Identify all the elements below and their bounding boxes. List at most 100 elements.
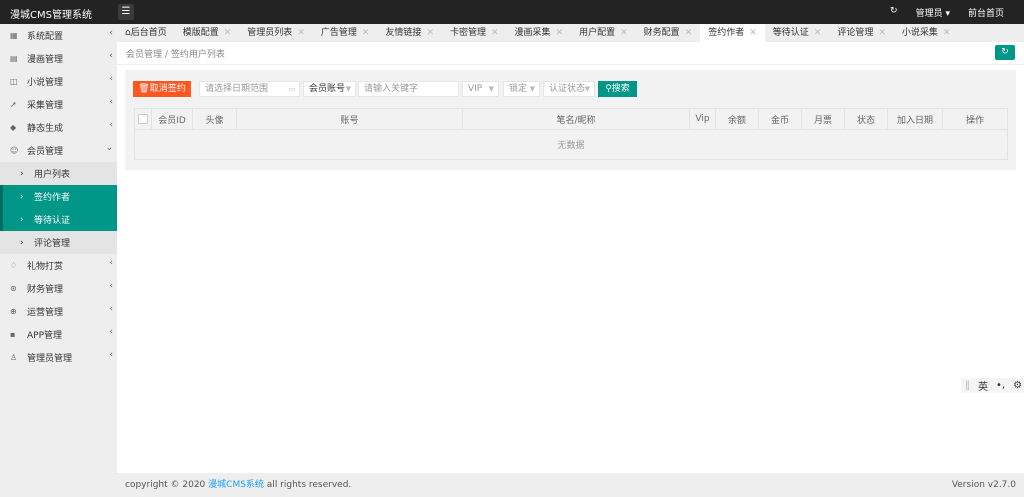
select-all-checkbox[interactable] (134, 108, 152, 130)
close-icon[interactable]: ✕ (749, 28, 757, 38)
sidebar-item-signed-authors[interactable]: › 签约作者 (0, 185, 117, 208)
vip-select[interactable]: VIP ▼ (462, 81, 499, 97)
tab-bar: ⌂后台首页 模版配置 ✕ 管理员列表 ✕ 广告管理 ✕ 友情链接 ✕ 卡密管理 ✕ 漫画采… (117, 24, 1024, 42)
tab-label: 友情链接 (385, 28, 422, 38)
tab-template[interactable]: 模版配置 ✕ (175, 24, 240, 42)
user-menu[interactable]: 管理员 ▾ (916, 6, 950, 19)
search-button[interactable]: ⚲搜索 (598, 81, 637, 97)
sidebar-item-finance[interactable]: ⊛ 财务管理 ‹ (0, 277, 117, 300)
tab-home[interactable]: ⌂后台首页 (117, 24, 175, 42)
rights: all rights reserved. (266, 480, 352, 490)
close-icon[interactable]: ✕ (556, 28, 564, 38)
sidebar-item-admins[interactable]: ♙ 管理员管理 ‹ (0, 346, 117, 369)
breadcrumb-sep: / (164, 50, 168, 60)
auth-select[interactable]: 认证状态 ▼ (543, 81, 595, 97)
tab-user-config[interactable]: 用户配置 ✕ (571, 24, 636, 42)
close-icon[interactable]: ✕ (814, 28, 822, 38)
tab-comments[interactable]: 评论管理 ✕ (829, 24, 894, 42)
chevron-left-icon: ‹ (109, 281, 113, 291)
chevron-down-icon: ⌄ (105, 143, 113, 153)
trash-icon: 🗑 (138, 84, 150, 94)
placeholder: 请选择日期范围 (205, 84, 269, 94)
close-icon[interactable]: ✕ (362, 28, 370, 38)
search-icon: ⚲ (605, 84, 612, 94)
tab-ads[interactable]: 广告管理 ✕ (313, 24, 378, 42)
ime-lang-toggle[interactable]: 英 (978, 378, 988, 393)
chevron-left-icon: ‹ (109, 97, 113, 107)
chevron-left-icon: ‹ (109, 28, 113, 38)
tab-signed-authors[interactable]: 签约作者 ✕ (700, 24, 765, 42)
sidebar-item-user-list[interactable]: › 用户列表 (0, 162, 117, 185)
book-icon: ◫ (10, 77, 18, 86)
chevron-right-icon: › (20, 191, 24, 202)
date-range-input[interactable]: 请选择日期范围 ▭ (199, 81, 300, 97)
menu-icon[interactable]: ☰ (118, 4, 134, 20)
sidebar-item-comic[interactable]: ▤ 漫画管理 ‹ (0, 47, 117, 70)
close-icon[interactable]: ✕ (426, 28, 434, 38)
caret-down-icon: ▼ (488, 85, 494, 93)
close-icon[interactable]: ✕ (297, 28, 305, 38)
label: 用户列表 (34, 170, 71, 180)
gear-icon[interactable]: ⚙ (1013, 380, 1022, 391)
close-icon[interactable]: ✕ (878, 28, 886, 38)
caret-down-icon: ▼ (584, 82, 590, 96)
close-icon[interactable]: ✕ (620, 28, 628, 38)
close-icon[interactable]: ✕ (685, 28, 693, 38)
sidebar-item-static[interactable]: ◆ 静态生成 ‹ (0, 116, 117, 139)
frontend-home-link[interactable]: 前台首页 (968, 6, 1004, 19)
sidebar-item-comments[interactable]: › 评论管理 (0, 231, 117, 254)
field-select[interactable]: 会员账号 ▼ (303, 81, 356, 97)
lock-select[interactable]: 锁定 ▼ (503, 81, 540, 97)
sidebar-item-gifts[interactable]: ♢ 礼物打赏 ‹ (0, 254, 117, 277)
col-member-id[interactable]: 会员ID (151, 108, 193, 130)
cancel-sign-button[interactable]: 🗑取消签约 (133, 81, 191, 97)
tab-label: 漫画采集 (514, 28, 551, 38)
tab-label: 评论管理 (837, 28, 874, 38)
tab-comic-collect[interactable]: 漫画采集 ✕ (507, 24, 572, 42)
breadcrumb-parent[interactable]: 会员管理 (126, 50, 162, 60)
label: 漫画管理 (27, 55, 64, 65)
label: 静态生成 (27, 124, 64, 134)
close-icon[interactable]: ✕ (224, 28, 232, 38)
sidebar-item-collect[interactable]: ➚ 采集管理 ‹ (0, 93, 117, 116)
sidebar-item-pending-auth[interactable]: › 等待认证 (0, 208, 117, 231)
close-icon[interactable]: ✕ (943, 28, 951, 38)
tab-finance-config[interactable]: 财务配置 ✕ (636, 24, 701, 42)
sidebar-item-app[interactable]: ▪ APP管理 ‹ (0, 323, 117, 346)
sidebar-item-system[interactable]: ▦ 系统配置 ‹ (0, 24, 117, 47)
chevron-left-icon: ‹ (109, 258, 113, 268)
label: APP管理 (27, 331, 63, 341)
sidebar-item-novel[interactable]: ◫ 小说管理 ‹ (0, 70, 117, 93)
label: 小说管理 (27, 78, 64, 88)
tab-label: 财务配置 (643, 28, 680, 38)
refresh-icon[interactable]: ↻ (890, 6, 898, 19)
calendar-icon: ▭ (288, 85, 295, 93)
drag-handle-icon[interactable]: ‖ (965, 380, 970, 391)
col-status: 状态 (844, 108, 888, 130)
ime-toolbar: ‖ 英 •, ⚙ (961, 378, 1024, 393)
keyword-input[interactable]: 请输入关键字 (358, 81, 459, 97)
selected-value: 会员账号 (309, 84, 346, 94)
placeholder: 请输入关键字 (364, 84, 419, 94)
chevron-right-icon: › (20, 237, 24, 248)
label: 等待认证 (34, 216, 71, 226)
caret-down-icon: ▼ (529, 82, 535, 96)
col-actions: 操作 (942, 108, 1008, 130)
col-avatar: 头像 (192, 108, 237, 130)
sidebar-item-members[interactable]: ☺ 会员管理 ⌄ (0, 139, 117, 162)
close-icon[interactable]: ✕ (491, 28, 499, 38)
comic-icon: ▤ (10, 54, 18, 63)
col-join-date[interactable]: 加入日期 (887, 108, 943, 130)
ime-punct-toggle[interactable]: •, (996, 380, 1005, 391)
tab-cards[interactable]: 卡密管理 ✕ (442, 24, 507, 42)
tab-admin-list[interactable]: 管理员列表 ✕ (239, 24, 313, 42)
tab-links[interactable]: 友情链接 ✕ (377, 24, 442, 42)
tab-label: 后台首页 (130, 28, 167, 38)
cms-link[interactable]: 漫城CMS系统 (208, 480, 264, 490)
tab-novel-collect[interactable]: 小说采集 ✕ (894, 24, 959, 42)
refresh-page-button[interactable]: ↻ (995, 45, 1015, 60)
tab-pending-auth[interactable]: 等待认证 ✕ (765, 24, 830, 42)
label: 系统配置 (27, 32, 64, 42)
globe-icon: ⊕ (10, 307, 17, 316)
sidebar-item-operations[interactable]: ⊕ 运营管理 ‹ (0, 300, 117, 323)
